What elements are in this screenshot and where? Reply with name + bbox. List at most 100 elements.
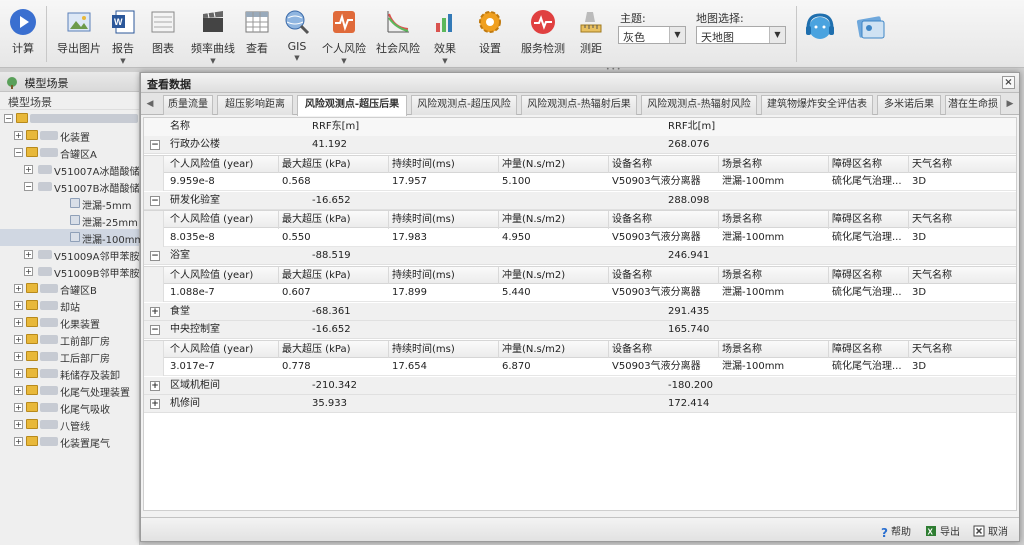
expand-icon[interactable]: + — [150, 306, 160, 317]
detail-column-header[interactable]: 冲量(N.s/m2) — [502, 211, 565, 228]
tree-root[interactable]: − — [0, 110, 139, 127]
tree-item[interactable]: + V51009B邻甲苯胺 — [0, 263, 140, 280]
detail-column-header[interactable]: 持续时间(ms) — [392, 211, 455, 228]
detail-column-header[interactable]: 障碍区名称 — [832, 156, 882, 173]
detail-column-header[interactable]: 最大超压 (kPa) — [282, 211, 350, 228]
expand-icon[interactable]: + — [14, 437, 23, 446]
expand-icon[interactable]: + — [14, 403, 23, 412]
detail-column-header[interactable]: 天气名称 — [912, 267, 952, 284]
social-risk-button[interactable]: 社会风险 — [376, 8, 420, 66]
expand-icon[interactable]: + — [14, 386, 23, 395]
tab-risk-point-thermal-risk[interactable]: 风险观测点-热辐射风险 — [641, 95, 757, 115]
tree-item[interactable]: + 化果装置 — [0, 314, 139, 331]
detail-data-row[interactable]: 9.959e-8 0.568 17.957 5.100 V50903气液分离器 泄漏-10… — [144, 173, 1016, 191]
detail-column-header[interactable]: 设备名称 — [612, 211, 652, 228]
customer-service-icon[interactable] — [802, 10, 838, 46]
detail-column-header[interactable]: 持续时间(ms) — [392, 341, 455, 358]
map-select[interactable]: 天地图 ▼ — [696, 26, 786, 44]
table-row[interactable]: − 中央控制室 -16.652 165.740 — [144, 321, 1016, 339]
column-header-name[interactable]: 名称 — [170, 118, 190, 135]
collapse-icon[interactable]: − — [150, 195, 160, 206]
tab-scroll-left-icon[interactable]: ◀ — [143, 96, 157, 112]
detail-column-header[interactable]: 冲量(N.s/m2) — [502, 267, 565, 284]
detail-column-header[interactable]: 场景名称 — [722, 211, 762, 228]
column-header-rrf-north[interactable]: RRF北[m] — [668, 118, 715, 135]
tab-risk-point-overpressure-risk[interactable]: 风险观测点-超压风险 — [411, 95, 517, 115]
expand-icon[interactable]: + — [14, 284, 23, 293]
detail-column-header[interactable]: 场景名称 — [722, 341, 762, 358]
tree-item[interactable]: + 却站 — [0, 297, 139, 314]
collapse-icon[interactable]: − — [150, 325, 160, 335]
tree-item[interactable]: + 合罐区B — [0, 280, 139, 297]
export-image-button[interactable]: 导出图片 — [56, 8, 102, 66]
tree-item[interactable]: 泄漏-5mm — [0, 195, 139, 212]
gis-button[interactable]: GIS ▼ — [282, 8, 312, 66]
tab-risk-point-thermal-consequence[interactable]: 风险观测点-热辐射后果 — [521, 95, 637, 115]
settings-button[interactable]: 设置 — [474, 8, 506, 66]
export-button[interactable]: X 导出 — [925, 523, 960, 538]
tab-building-explosion-assessment[interactable]: 建筑物爆炸安全评估表 — [761, 95, 873, 115]
expand-icon[interactable]: + — [14, 352, 23, 361]
detail-column-header[interactable]: 障碍区名称 — [832, 341, 882, 358]
tree-item[interactable]: + V51007A冰醋酸储 — [0, 161, 140, 178]
expand-icon[interactable]: + — [14, 369, 23, 378]
detail-data-row[interactable]: 3.017e-7 0.778 17.654 6.870 V50903气液分离器 泄漏-10… — [144, 358, 1016, 376]
theme-select[interactable]: 灰色 ▼ — [618, 26, 686, 44]
detail-column-header[interactable]: 最大超压 (kPa) — [282, 156, 350, 173]
detail-data-row[interactable]: 8.035e-8 0.550 17.983 4.950 V50903气液分离器 泄漏-10… — [144, 228, 1016, 247]
detail-column-header[interactable]: 个人风险值 (year) — [170, 267, 253, 284]
detail-column-header[interactable]: 个人风险值 (year) — [170, 211, 253, 228]
frequency-curve-button[interactable]: 频率曲线 ▼ — [190, 8, 236, 66]
detail-column-header[interactable]: 个人风险值 (year) — [170, 341, 253, 358]
detail-column-header[interactable]: 持续时间(ms) — [392, 267, 455, 284]
tab-overpressure-distance[interactable]: 超压影响距离 — [217, 95, 293, 115]
tree-item[interactable]: + V51009A邻甲苯胺 — [0, 246, 140, 263]
tree-item[interactable]: + 耗储存及装卸 — [0, 365, 139, 382]
column-header-rrf-east[interactable]: RRF东[m] — [312, 118, 359, 135]
calculate-button[interactable]: 计算 — [6, 8, 40, 66]
individual-risk-button[interactable]: 个人风险 ▼ — [322, 8, 366, 66]
tab-potential-life-loss[interactable]: 潜在生命损 — [945, 95, 1001, 115]
tree-item[interactable]: + 工后部厂房 — [0, 348, 139, 365]
detail-data-row[interactable]: 1.088e-7 0.607 17.899 5.440 V50903气液分离器 泄漏-10… — [144, 284, 1016, 302]
detail-column-header[interactable]: 最大超压 (kPa) — [282, 267, 350, 284]
measure-distance-button[interactable]: 测距 — [576, 8, 606, 66]
expand-icon[interactable]: + — [14, 301, 23, 310]
tree-item[interactable]: − V51007B冰醋酸储 — [0, 178, 140, 195]
detail-column-header[interactable]: 持续时间(ms) — [392, 156, 455, 173]
effect-button[interactable]: 效果 ▼ — [430, 8, 460, 66]
collapse-icon[interactable]: − — [150, 140, 160, 150]
collapse-icon[interactable]: − — [14, 148, 23, 157]
expand-icon[interactable]: + — [150, 399, 160, 409]
collapse-toolbar-handle[interactable]: • • • — [606, 66, 622, 73]
collapse-icon[interactable]: − — [4, 114, 13, 123]
tree-item[interactable]: + 八管线 — [0, 416, 139, 433]
tree-item[interactable]: + 工前部厂房 — [0, 331, 139, 348]
report-button[interactable]: W 报告 ▼ — [108, 8, 138, 66]
detail-column-header[interactable]: 设备名称 — [612, 341, 652, 358]
tree-item[interactable]: + 化尾气吸收 — [0, 399, 139, 416]
tree-item[interactable]: − 合罐区A — [0, 144, 139, 161]
tab-mass-flow[interactable]: 质量流量 — [163, 95, 213, 115]
expand-icon[interactable]: + — [150, 380, 160, 391]
expand-icon[interactable]: + — [14, 420, 23, 429]
detail-column-header[interactable]: 障碍区名称 — [832, 211, 882, 228]
tree-item[interactable]: + 化装置尾气 — [0, 433, 139, 450]
cancel-button[interactable]: 取消 — [973, 523, 1008, 538]
expand-icon[interactable]: + — [24, 267, 33, 276]
detail-column-header[interactable]: 天气名称 — [912, 211, 952, 228]
table-row[interactable]: − 研发化验室 -16.652 288.098 — [144, 191, 1016, 210]
photo-card-icon[interactable] — [854, 12, 888, 44]
detail-column-header[interactable]: 个人风险值 (year) — [170, 156, 253, 173]
expand-icon[interactable]: + — [14, 335, 23, 344]
collapse-icon[interactable]: − — [150, 251, 160, 261]
tree-item[interactable]: 泄漏-25mm — [0, 212, 139, 229]
tree-item[interactable]: + 化尾气处理装置 — [0, 382, 139, 399]
table-row[interactable]: + 食堂 -68.361 291.435 — [144, 302, 1016, 321]
chart-button[interactable]: 图表 — [148, 8, 178, 66]
detail-column-header[interactable]: 冲量(N.s/m2) — [502, 156, 565, 173]
detail-column-header[interactable]: 天气名称 — [912, 341, 952, 358]
detail-column-header[interactable]: 冲量(N.s/m2) — [502, 341, 565, 358]
tree-item[interactable]: 泄漏-100mm — [0, 229, 144, 246]
detail-column-header[interactable]: 场景名称 — [722, 156, 762, 173]
